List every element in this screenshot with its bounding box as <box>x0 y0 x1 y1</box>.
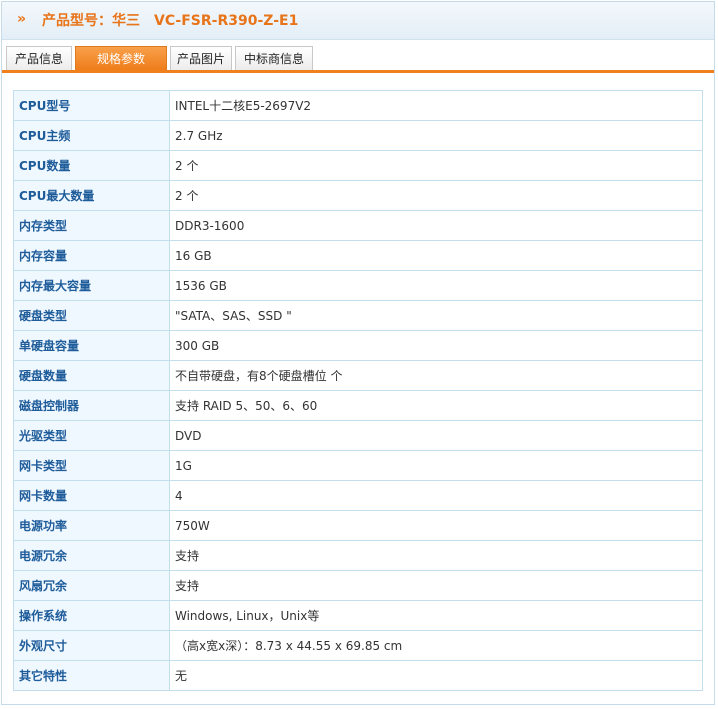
spec-key: 单硬盘容量 <box>13 330 170 361</box>
spec-key: 内存类型 <box>13 210 170 241</box>
spec-row: 外观尺寸 （高x宽x深）：8.73 x 44.55 x 69.85 cm <box>13 630 703 661</box>
spec-key: 内存容量 <box>13 240 170 271</box>
spec-value: 支持 RAID 5、50、6、60 <box>169 390 703 421</box>
spec-value: "SATA、SAS、SSD " <box>169 300 703 331</box>
spec-row: 内存最大容量 1536 GB <box>13 270 703 301</box>
spec-row: CPU最大数量 2 个 <box>13 180 703 211</box>
spec-row: 风扇冗余 支持 <box>13 570 703 601</box>
spec-key: 其它特性 <box>13 660 170 691</box>
spec-value: INTEL十二核E5-2697V2 <box>169 90 703 121</box>
spec-table: CPU型号 INTEL十二核E5-2697V2 CPU主频 2.7 GHz CPU数量 2… <box>13 90 703 691</box>
product-header: » 产品型号：华三 VC-FSR-R390-Z-E1 <box>2 2 714 40</box>
spec-key: 内存最大容量 <box>13 270 170 301</box>
spec-value: 750W <box>169 510 703 541</box>
spec-value: DDR3-1600 <box>169 210 703 241</box>
spec-row: 网卡类型 1G <box>13 450 703 481</box>
spec-value: 4 <box>169 480 703 511</box>
spec-row: 电源功率 750W <box>13 510 703 541</box>
spec-value: Windows, Linux，Unix等 <box>169 600 703 631</box>
double-chevron-right-icon: » <box>17 11 27 27</box>
spec-value: 2 个 <box>169 180 703 211</box>
tab-bar: 产品信息 规格参数 产品图片 中标商信息 <box>6 46 712 72</box>
spec-key: 磁盘控制器 <box>13 390 170 421</box>
spec-value: 1536 GB <box>169 270 703 301</box>
spec-key: 电源功率 <box>13 510 170 541</box>
spec-row: CPU型号 INTEL十二核E5-2697V2 <box>13 90 703 121</box>
spec-row: 硬盘类型 "SATA、SAS、SSD " <box>13 300 703 331</box>
tab-bidder-info[interactable]: 中标商信息 <box>235 46 313 70</box>
spec-key: 光驱类型 <box>13 420 170 451</box>
tab-product-images[interactable]: 产品图片 <box>170 46 232 70</box>
spec-row: CPU主频 2.7 GHz <box>13 120 703 151</box>
tab-underline <box>2 70 714 73</box>
spec-row: 内存类型 DDR3-1600 <box>13 210 703 241</box>
spec-key: CPU最大数量 <box>13 180 170 211</box>
product-panel: » 产品型号：华三 VC-FSR-R390-Z-E1 产品信息 规格参数 产品图片… <box>1 1 715 705</box>
spec-value: 支持 <box>169 570 703 601</box>
spec-value: 1G <box>169 450 703 481</box>
spec-value: 2 个 <box>169 150 703 181</box>
spec-row: 光驱类型 DVD <box>13 420 703 451</box>
spec-row: 电源冗余 支持 <box>13 540 703 571</box>
spec-value: 不自带硬盘，有8个硬盘槽位 个 <box>169 360 703 391</box>
spec-value: 300 GB <box>169 330 703 361</box>
spec-key: 硬盘数量 <box>13 360 170 391</box>
tab-product-info[interactable]: 产品信息 <box>6 46 72 70</box>
spec-key: 网卡类型 <box>13 450 170 481</box>
spec-row: 单硬盘容量 300 GB <box>13 330 703 361</box>
spec-row: 其它特性无 <box>13 660 703 691</box>
spec-row: 操作系统 Windows, Linux，Unix等 <box>13 600 703 631</box>
spec-value: DVD <box>169 420 703 451</box>
spec-key: 网卡数量 <box>13 480 170 511</box>
spec-key: 操作系统 <box>13 600 170 631</box>
spec-key: 硬盘类型 <box>13 300 170 331</box>
product-title-prefix: 产品型号：华三 <box>42 13 140 29</box>
spec-row: 磁盘控制器 支持 RAID 5、50、6、60 <box>13 390 703 421</box>
spec-key: CPU型号 <box>13 90 170 121</box>
spec-key: CPU主频 <box>13 120 170 151</box>
spec-row: 网卡数量 4 <box>13 480 703 511</box>
spec-value: 16 GB <box>169 240 703 271</box>
spec-row: 内存容量 16 GB <box>13 240 703 271</box>
spec-key: CPU数量 <box>13 150 170 181</box>
spec-key: 外观尺寸 <box>13 630 170 661</box>
spec-value: （高x宽x深）：8.73 x 44.55 x 69.85 cm <box>169 630 703 661</box>
spec-value: 2.7 GHz <box>169 120 703 151</box>
spec-key: 风扇冗余 <box>13 570 170 601</box>
product-title: 产品型号：华三 VC-FSR-R390-Z-E1 <box>42 12 298 30</box>
spec-row: 硬盘数量 不自带硬盘，有8个硬盘槽位 个 <box>13 360 703 391</box>
tab-specifications[interactable]: 规格参数 <box>75 46 167 72</box>
spec-value: 无 <box>169 660 703 691</box>
product-model: VC-FSR-R390-Z-E1 <box>154 13 299 29</box>
spec-key: 电源冗余 <box>13 540 170 571</box>
spec-row: CPU数量 2 个 <box>13 150 703 181</box>
spec-value: 支持 <box>169 540 703 571</box>
